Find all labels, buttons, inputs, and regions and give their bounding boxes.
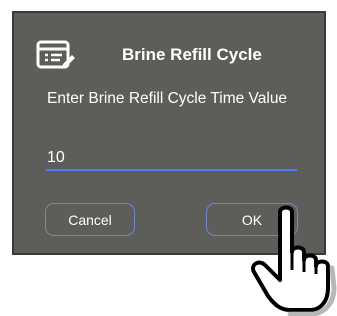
hand-pointer-icon	[251, 205, 337, 316]
cancel-button[interactable]: Cancel	[45, 203, 135, 236]
edit-document-icon	[36, 40, 75, 69]
dialog-title: Brine Refill Cycle	[122, 45, 262, 64]
dialog-prompt: Enter Brine Refill Cycle Time Value	[47, 90, 288, 107]
cycle-time-input[interactable]: 10	[47, 149, 65, 167]
input-underline	[46, 169, 297, 171]
